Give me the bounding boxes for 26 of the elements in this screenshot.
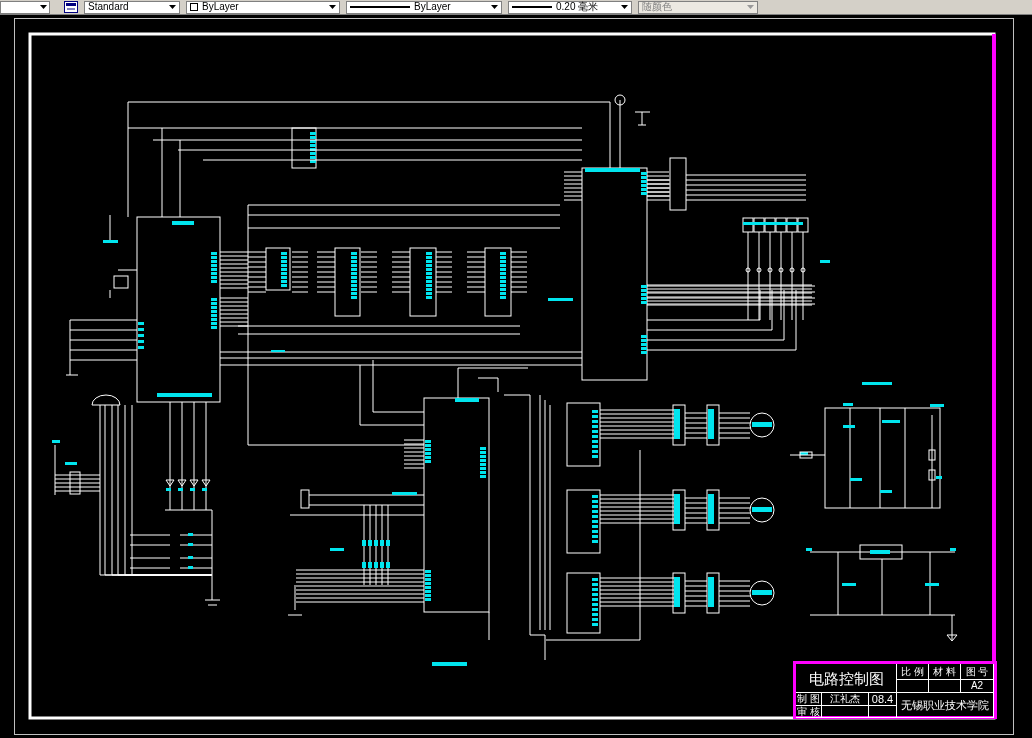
- dropdown-arrow-icon: [329, 5, 336, 9]
- dropdown-arrow-icon: [621, 5, 628, 9]
- drawing-title: 电路控制图: [808, 670, 884, 686]
- color-swatch-icon: [190, 3, 198, 11]
- date-text: 08.4: [871, 693, 894, 705]
- drafter-name: 江礼杰: [830, 694, 860, 704]
- drawing-number: A2: [970, 681, 984, 691]
- header-label: 图 号: [965, 666, 989, 677]
- line-sample-icon: [350, 6, 410, 8]
- text-style-icon[interactable]: [64, 1, 78, 13]
- linetype-dropdown[interactable]: ByLayer: [346, 0, 502, 14]
- dropdown-arrow-icon: [40, 5, 47, 9]
- style-dropdown[interactable]: Standard: [84, 0, 180, 14]
- dropdown-arrow-icon: [169, 5, 176, 9]
- school-name: 无锡职业技术学院: [901, 699, 989, 711]
- lineweight-dropdown[interactable]: 0.20 毫米: [508, 0, 632, 14]
- line-sample-icon: [512, 6, 552, 8]
- header-label: 材 料: [933, 666, 956, 677]
- dropdown-arrow-icon: [747, 5, 754, 9]
- color-dropdown[interactable]: 随颜色: [638, 0, 758, 14]
- layer-dropdown[interactable]: ByLayer: [186, 0, 340, 14]
- field-label: 审 核: [797, 706, 820, 717]
- dropdown[interactable]: [0, 0, 50, 14]
- dropdown-arrow-icon: [491, 5, 498, 9]
- field-label: 制 图: [797, 694, 820, 704]
- header-label: 比 例: [901, 666, 924, 677]
